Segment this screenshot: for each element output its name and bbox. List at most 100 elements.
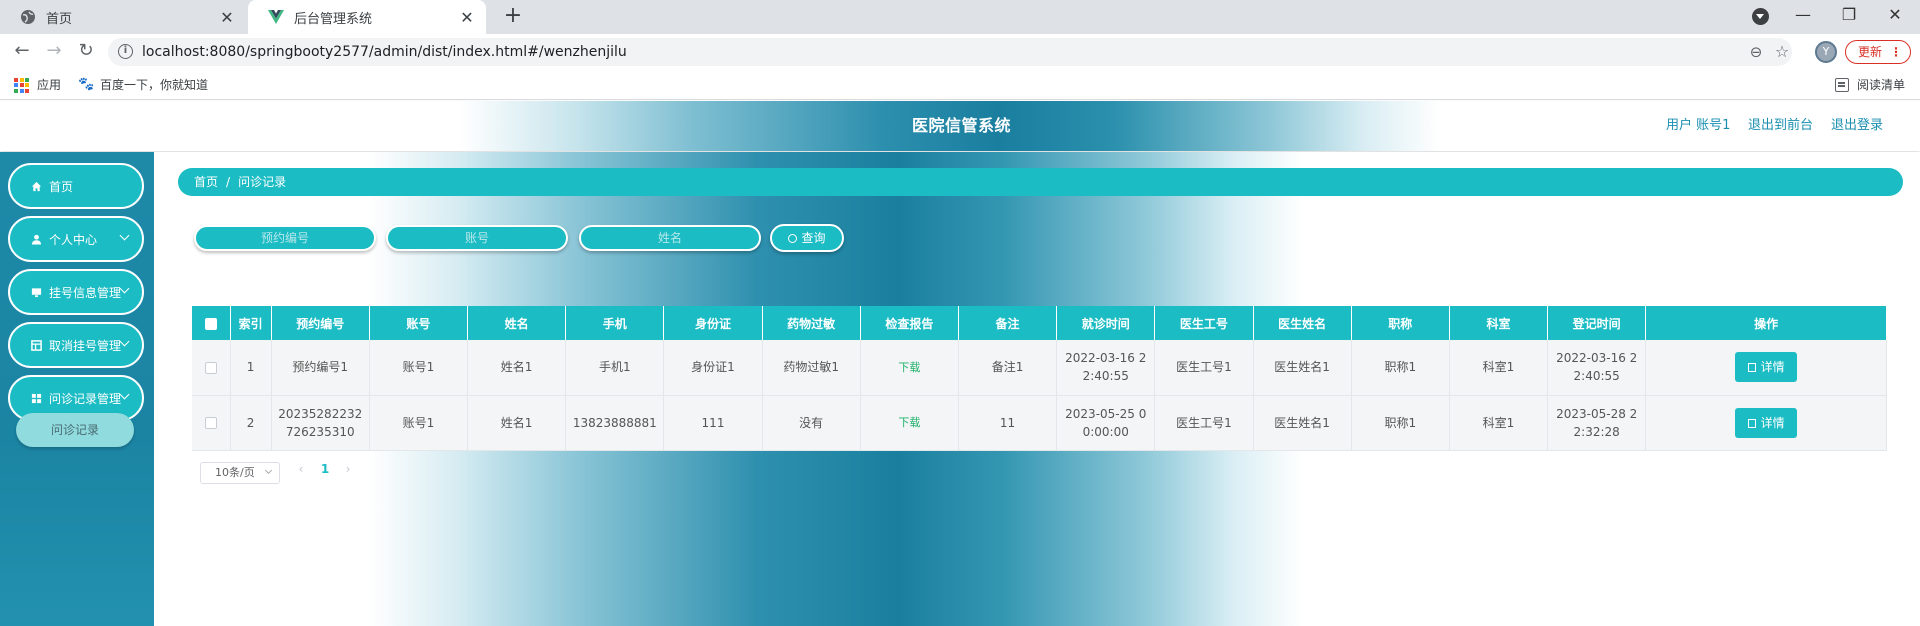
cell-title: 职称1 bbox=[1351, 340, 1450, 396]
bookmark-apps[interactable]: 应用 bbox=[14, 70, 61, 100]
row-checkbox[interactable] bbox=[204, 417, 217, 429]
page-number-current[interactable]: 1 bbox=[318, 462, 332, 476]
window-close-button[interactable]: ✕ bbox=[1872, 0, 1918, 34]
prev-page-button[interactable]: ‹ bbox=[294, 462, 308, 476]
account-input[interactable]: 账号 bbox=[386, 225, 568, 251]
detail-button[interactable]: 详情 bbox=[1735, 352, 1798, 383]
minimize-button[interactable]: — bbox=[1780, 0, 1826, 34]
cell-phone: 13823888881 bbox=[565, 395, 665, 451]
logout-link[interactable]: 退出登录 bbox=[1831, 101, 1883, 151]
cell-department: 科室1 bbox=[1449, 395, 1549, 451]
apps-grid-dot bbox=[25, 77, 29, 82]
detail-button[interactable]: 详情 bbox=[1735, 407, 1798, 438]
row-checkbox-cell[interactable] bbox=[192, 395, 231, 451]
browser-tab-admin[interactable]: 后台管理系统 ✕ bbox=[248, 0, 486, 34]
cell-register-time: 2023-05-28 22:32:28 bbox=[1547, 395, 1647, 451]
apps-grid-dot bbox=[19, 83, 24, 87]
search-icon bbox=[788, 234, 798, 243]
back-icon[interactable]: ← bbox=[10, 40, 34, 64]
close-icon[interactable]: ✕ bbox=[218, 8, 236, 27]
column-header: 姓名 bbox=[467, 306, 567, 340]
download-link[interactable]: 下载 bbox=[898, 416, 920, 429]
cell-index: 1 bbox=[230, 340, 272, 396]
detail-button-label: 详情 bbox=[1760, 360, 1785, 375]
row-checkbox[interactable] bbox=[204, 361, 217, 374]
name-input[interactable]: 姓名 bbox=[579, 225, 761, 251]
kebab-menu-icon[interactable]: ⋮ bbox=[1890, 41, 1902, 63]
column-header: 操作 bbox=[1645, 306, 1887, 340]
sidebar-item-personal-center[interactable]: 个人中心 bbox=[8, 216, 144, 262]
apps-grid-dot bbox=[14, 77, 18, 82]
baidu-paw-icon: 🐾 bbox=[78, 77, 95, 92]
tab-search-icon[interactable] bbox=[1752, 8, 1769, 25]
apps-grid-dot bbox=[14, 83, 18, 87]
breadcrumb-home[interactable]: 首页 bbox=[194, 175, 218, 189]
cell-visit-time: 2023-05-25 00:00:00 bbox=[1056, 395, 1156, 451]
sidebar-item-cancel-registration[interactable]: 取消挂号管理 bbox=[8, 322, 144, 368]
sidebar-item-label: 首页 bbox=[49, 179, 74, 194]
vue-logo-icon bbox=[268, 9, 284, 25]
chevron-down-icon bbox=[119, 283, 130, 294]
forward-icon[interactable]: → bbox=[42, 40, 66, 64]
avatar[interactable]: Y bbox=[1815, 41, 1837, 63]
select-all-checkbox[interactable] bbox=[204, 317, 217, 330]
reload-icon[interactable]: ↻ bbox=[74, 40, 98, 64]
cell-actions: 详情 bbox=[1645, 340, 1887, 396]
cell-title: 职称1 bbox=[1351, 395, 1450, 451]
sidebar-subitem-consultation-record[interactable]: 问诊记录 bbox=[16, 413, 134, 447]
breadcrumb-current: 问诊记录 bbox=[238, 175, 287, 189]
sidebar-item-label: 取消挂号管理 bbox=[49, 338, 122, 353]
cell-account: 账号1 bbox=[369, 340, 469, 396]
chevron-up-icon bbox=[119, 389, 130, 400]
update-button[interactable]: 更新 ⋮ bbox=[1845, 40, 1911, 64]
globe-icon bbox=[20, 9, 36, 25]
sidebar: 首页 个人中心 挂号信息管理 取消挂号管理 问诊记录管理 bbox=[0, 152, 158, 626]
chevron-down-icon bbox=[119, 230, 130, 241]
cell-index: 2 bbox=[230, 395, 272, 451]
current-user-label: 用户 账号1 bbox=[1666, 118, 1731, 133]
browser-tab-home[interactable]: 首页 ✕ bbox=[0, 0, 246, 34]
sidebar-item-registration[interactable]: 挂号信息管理 bbox=[8, 269, 144, 315]
reading-list[interactable]: 阅读清单 bbox=[1835, 70, 1905, 100]
star-icon[interactable]: ☆ bbox=[1772, 42, 1792, 62]
cell-note: 11 bbox=[958, 395, 1058, 451]
app-title: 医院信管系统 bbox=[912, 116, 1012, 135]
cell-doctor-name: 医生姓名1 bbox=[1253, 340, 1352, 396]
column-header: 科室 bbox=[1449, 306, 1549, 340]
download-link[interactable]: 下载 bbox=[898, 361, 920, 374]
column-header: 就诊时间 bbox=[1056, 306, 1156, 340]
apps-grid-dot bbox=[25, 83, 29, 87]
sidebar-item-home[interactable]: 首页 bbox=[8, 163, 144, 209]
bookmark-label: 应用 bbox=[37, 78, 62, 92]
cell-name: 姓名1 bbox=[467, 340, 567, 396]
row-checkbox-cell[interactable] bbox=[192, 340, 231, 396]
tab-title: 首页 bbox=[46, 11, 73, 27]
close-icon[interactable]: ✕ bbox=[458, 8, 476, 27]
zoom-icon[interactable]: ⊖ bbox=[1746, 42, 1766, 62]
column-header: 职称 bbox=[1351, 306, 1450, 340]
address-bar[interactable]: i localhost:8080/springbooty2577/admin/d… bbox=[108, 38, 1792, 66]
booking-number-input[interactable]: 预约编号 bbox=[194, 225, 376, 251]
exit-to-front-link[interactable]: 退出到前台 bbox=[1748, 101, 1813, 151]
url-text[interactable]: localhost:8080/springbooty2577/admin/dis… bbox=[142, 38, 627, 66]
column-header: 医生工号 bbox=[1154, 306, 1254, 340]
new-tab-button[interactable]: + bbox=[500, 4, 526, 30]
column-header: 备注 bbox=[958, 306, 1058, 340]
page-size-select[interactable]: 10条/页 bbox=[200, 462, 280, 484]
cell-doctor-id: 医生工号1 bbox=[1154, 340, 1254, 396]
bookmark-baidu[interactable]: 🐾 百度一下，你就知道 bbox=[78, 70, 208, 100]
cell-allergy: 没有 bbox=[762, 395, 861, 451]
restore-button[interactable]: ❐ bbox=[1826, 0, 1872, 34]
sidebar-item-label: 挂号信息管理 bbox=[49, 285, 122, 300]
document-icon bbox=[1747, 363, 1756, 373]
user-icon bbox=[30, 233, 42, 245]
cell-doctor-name: 医生姓名1 bbox=[1253, 395, 1352, 451]
search-button[interactable]: 查询 bbox=[770, 224, 844, 252]
consultation-records-table: 索引 预约编号 账号 姓名 手机 身份证 药物过敏 检查报告 备注 就诊时间 医… bbox=[192, 306, 1887, 451]
info-icon[interactable]: i bbox=[118, 44, 133, 59]
cell-register-time: 2022-03-16 22:40:55 bbox=[1547, 340, 1647, 396]
home-icon bbox=[30, 180, 42, 192]
search-button-label: 查询 bbox=[801, 231, 826, 245]
next-page-button[interactable]: › bbox=[341, 462, 355, 476]
select-all-checkbox-cell[interactable] bbox=[192, 306, 231, 340]
